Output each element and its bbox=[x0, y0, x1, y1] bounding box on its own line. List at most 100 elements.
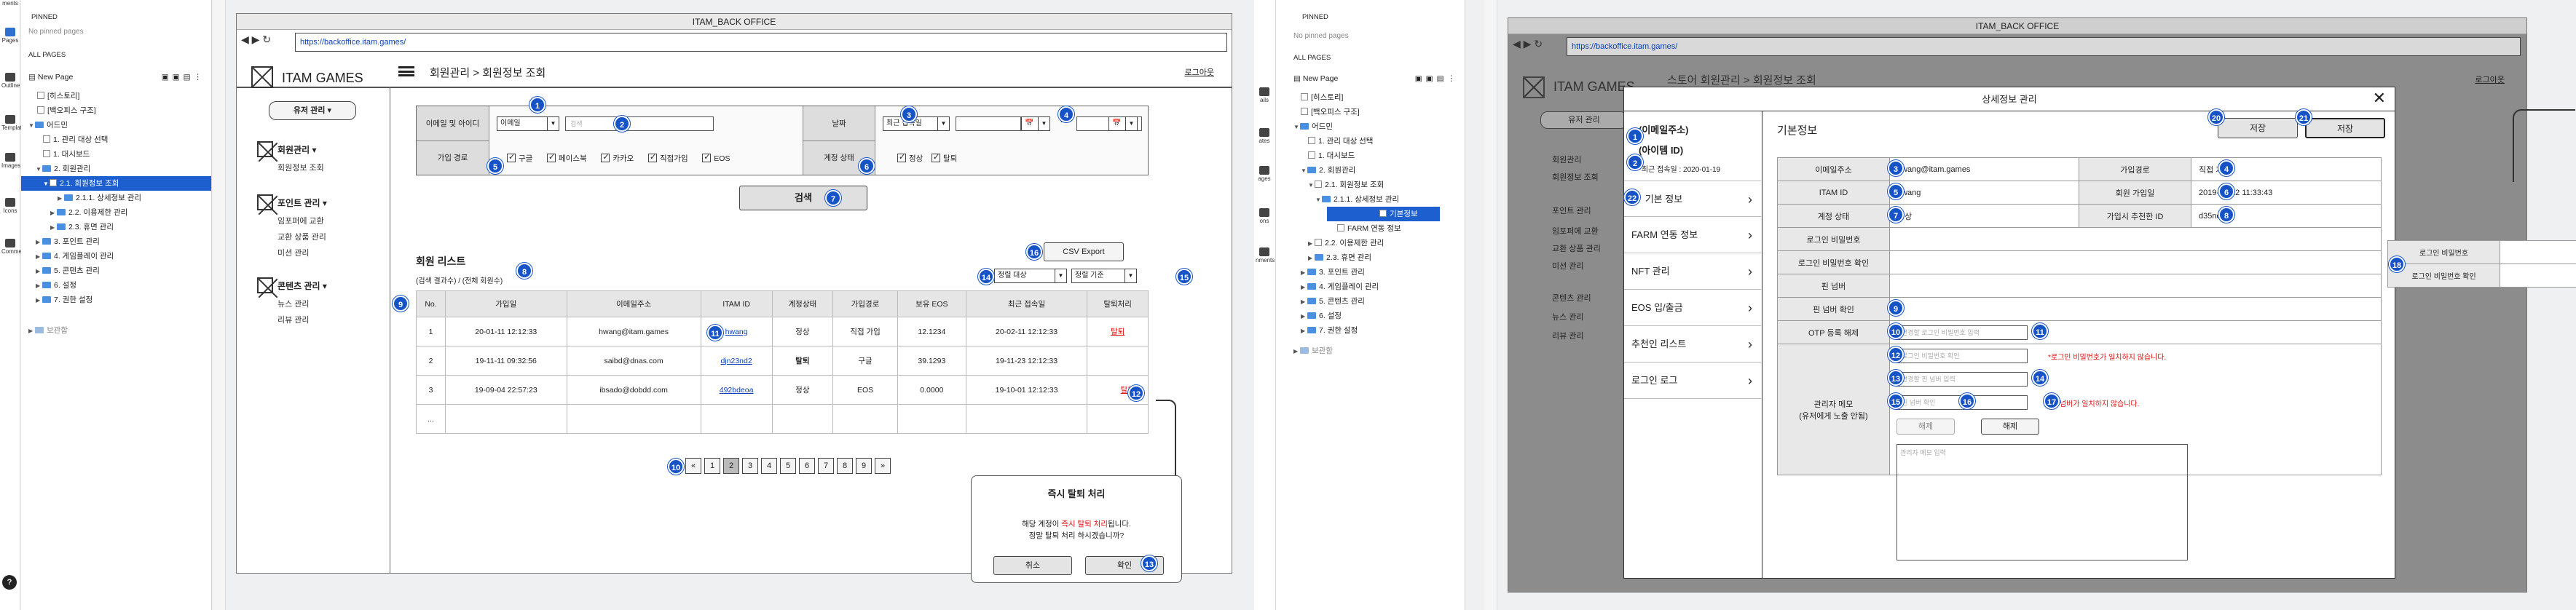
tree-item[interactable]: 1. 대시보드 bbox=[21, 147, 211, 162]
tab-login-log[interactable]: 로그인 로그 bbox=[1624, 363, 1761, 399]
sort-target-select[interactable]: 정렬 대상 ▼ bbox=[994, 269, 1067, 283]
pin-input[interactable]: 변경할 핀 넘버 입력 bbox=[1896, 372, 2028, 387]
col-header[interactable]: 탈퇴처리 bbox=[1087, 290, 1149, 317]
side-group-content[interactable]: 콘텐츠 관리 ▾ bbox=[277, 280, 327, 292]
email-type-select[interactable]: 이메일 ▼ bbox=[497, 116, 559, 131]
tree-item[interactable]: ▶ 2.2. 이용제한 관리 bbox=[1276, 236, 1465, 250]
search-input[interactable]: 검색 bbox=[565, 116, 714, 131]
save-button-secondary[interactable]: 저장 bbox=[2218, 118, 2298, 138]
rail-item[interactable]: ails bbox=[1256, 87, 1273, 103]
tree-item[interactable]: [히스토리] bbox=[1276, 90, 1465, 105]
tree-item[interactable]: ▼ 2.1. 회원정보 조회 bbox=[1276, 178, 1465, 192]
tree-item[interactable]: ▶ 5. 콘텐츠 관리 bbox=[21, 264, 211, 278]
side-item[interactable]: 임포퍼에 교환 bbox=[277, 215, 324, 226]
rail-templates[interactable]: Templates bbox=[1, 115, 28, 131]
password-confirm-input[interactable]: 로그인 비밀번호 확인 bbox=[1896, 349, 2028, 363]
tree-item[interactable]: ▶ 2.2. 이용제한 관리 bbox=[21, 205, 211, 220]
tree-item[interactable]: ▼ 2. 회원관리 bbox=[1276, 163, 1465, 178]
side-item[interactable]: 리뷰 관리 bbox=[277, 314, 310, 325]
table-row[interactable]: 2 19-11-11 09:32:56 saibd@dnas.com djn23nd2… bbox=[416, 346, 1149, 376]
page-prev[interactable]: « bbox=[685, 458, 701, 474]
page-next[interactable]: » bbox=[875, 458, 891, 474]
tree-item[interactable]: ▶ 2.3. 휴면 관리 bbox=[1276, 250, 1465, 265]
table-row[interactable]: 3 19-09-04 22:57:23 ibsado@dobdd.com 492bde… bbox=[416, 375, 1149, 405]
tree-item[interactable]: ▼ 어드민 bbox=[1276, 119, 1465, 134]
calendar-icon[interactable]: 📅 ▼ bbox=[1021, 116, 1050, 131]
tree-item[interactable]: ▼ 어드민 bbox=[21, 118, 211, 132]
tree-item[interactable]: ▶ 6. 설정 bbox=[1276, 309, 1465, 323]
tree-item[interactable]: 1. 관리 대상 선택 bbox=[1276, 134, 1465, 148]
rail-icons[interactable]: Icons bbox=[1, 198, 19, 214]
user-menu-dropdown[interactable]: 유저 관리 ▾ bbox=[269, 101, 356, 120]
tree-item[interactable]: [백오피스 구조] bbox=[21, 103, 211, 118]
tab-nft[interactable]: NFT 관리 bbox=[1624, 253, 1761, 290]
tree-item[interactable]: ▶ 5. 콘텐츠 관리 bbox=[1276, 294, 1465, 309]
col-header[interactable]: 가입경로 bbox=[832, 290, 898, 317]
user-menu-dropdown[interactable]: 유저 관리 bbox=[1540, 111, 1628, 129]
side-item[interactable]: 회원정보 조회 bbox=[277, 162, 324, 173]
tree-item[interactable]: ▶ 3. 포인트 관리 bbox=[1276, 265, 1465, 280]
back-forward-refresh-icon[interactable]: ◀ ▶ ↻ bbox=[1513, 38, 1543, 50]
tree-item[interactable]: [백오피스 구조] bbox=[1276, 105, 1465, 119]
tree-item[interactable]: FARM 연동 정보 bbox=[1276, 221, 1465, 236]
withdraw-link[interactable]: 탈퇴 bbox=[1087, 317, 1149, 346]
tree-item[interactable]: ▶ 2.1.1. 상세정보 관리 bbox=[21, 191, 211, 205]
itam-id-link[interactable]: 492bdeoa bbox=[700, 375, 773, 405]
sort-order-select[interactable]: 정렬 기준 ▼ bbox=[1071, 269, 1137, 283]
col-header[interactable]: 계정상태 bbox=[771, 290, 834, 317]
tree-item[interactable]: ▶ 4. 게임플레이 관리 bbox=[1276, 280, 1465, 294]
tab-referrer[interactable]: 추천인 리스트 bbox=[1624, 326, 1761, 363]
otp-unlink-button[interactable]: 해제 bbox=[1981, 419, 2039, 435]
col-header[interactable]: 보유 EOS bbox=[897, 290, 966, 317]
side-item[interactable]: 뉴스 관리 bbox=[277, 298, 310, 309]
url-bar[interactable]: https://backoffice.itam.games/ bbox=[1567, 37, 2521, 56]
col-header[interactable]: ITAM ID bbox=[700, 290, 773, 317]
signup-checkboxes[interactable]: 구글 페이스북 카카오 직접가입 EOS bbox=[507, 152, 730, 164]
tab-eos[interactable]: EOS 입/출금 bbox=[1624, 290, 1761, 326]
tree-item-selected[interactable]: 기본정보 bbox=[1327, 207, 1440, 221]
tree-item[interactable]: ▼ 2. 회원관리 bbox=[21, 162, 211, 176]
rail-item[interactable]: ates bbox=[1256, 128, 1273, 144]
admin-memo-textarea[interactable]: 관리자 메모 입력 bbox=[1896, 444, 2188, 561]
page-number[interactable]: 4 bbox=[761, 458, 777, 474]
tab-farm[interactable]: FARM 연동 정보 bbox=[1624, 217, 1761, 253]
rail-outline[interactable]: Outline bbox=[1, 73, 20, 89]
tree-item-selected[interactable]: ▼ 2.1. 회원정보 조회 bbox=[21, 176, 211, 191]
url-bar[interactable]: https://backoffice.itam.games/ bbox=[295, 33, 1227, 52]
tree-item[interactable]: ▼ 2.1.1. 상세정보 관리 bbox=[1276, 192, 1465, 207]
new-page-button[interactable]: ▤ New Page ▣▣▤⋮ bbox=[21, 70, 211, 84]
date-type-select[interactable]: 최근 접속일 ▼ bbox=[883, 116, 950, 131]
new-page-button[interactable]: ▤ New Page ▣▣▤⋮ bbox=[1276, 71, 1465, 86]
itam-id-link[interactable]: djn23nd2 bbox=[700, 346, 773, 376]
tab-basic-info[interactable]: ● 기본 정보 bbox=[1624, 181, 1761, 218]
tree-item[interactable]: [히스토리] bbox=[21, 89, 211, 103]
side-item[interactable]: 미션 관리 bbox=[277, 247, 310, 258]
date-from-input[interactable] bbox=[956, 116, 1021, 131]
status-checkboxes[interactable]: 정상 탈퇴 bbox=[897, 152, 957, 164]
hamburger-icon[interactable] bbox=[398, 66, 414, 76]
tree-item-archive[interactable]: ▶ 보관함 bbox=[1276, 344, 1465, 358]
popup-cancel-button[interactable]: 취소 bbox=[993, 556, 1072, 575]
search-button[interactable]: 검색 bbox=[739, 186, 867, 210]
page-number[interactable]: 6 bbox=[799, 458, 815, 474]
page-number[interactable]: 1 bbox=[704, 458, 720, 474]
page-number[interactable]: 7 bbox=[818, 458, 834, 474]
page-number[interactable]: 3 bbox=[742, 458, 758, 474]
page-number-current[interactable]: 2 bbox=[723, 458, 739, 474]
tree-item[interactable]: ▶ 4. 게임플레이 관리 bbox=[21, 249, 211, 264]
back-forward-refresh-icon[interactable]: ◀ ▶ ↻ bbox=[241, 33, 271, 46]
logout-link[interactable]: 로그아웃 bbox=[1185, 66, 1214, 78]
tree-item[interactable]: 1. 대시보드 bbox=[1276, 148, 1465, 163]
rail-pages[interactable]: Pages bbox=[1, 28, 19, 44]
col-header[interactable]: No. bbox=[416, 290, 446, 317]
save-button-primary[interactable]: 저장 bbox=[2305, 118, 2385, 138]
rail-comments[interactable]: ments bbox=[1, 0, 19, 7]
col-header[interactable]: 최근 접속일 bbox=[965, 290, 1088, 317]
col-header[interactable]: 가입일 bbox=[445, 290, 567, 317]
side-item[interactable]: 교환 상품 관리 bbox=[277, 231, 326, 242]
logout-link[interactable]: 로그아웃 bbox=[2475, 74, 2505, 85]
page-tools-icon[interactable]: ▣▣▤⋮ bbox=[1415, 71, 1459, 86]
rail-images[interactable]: Images bbox=[1, 153, 20, 169]
col-header[interactable]: 이메일주소 bbox=[566, 290, 701, 317]
table-row[interactable]: 1 20-01-11 12:12:33 hwang@itam.games hwang 정… bbox=[416, 317, 1149, 346]
